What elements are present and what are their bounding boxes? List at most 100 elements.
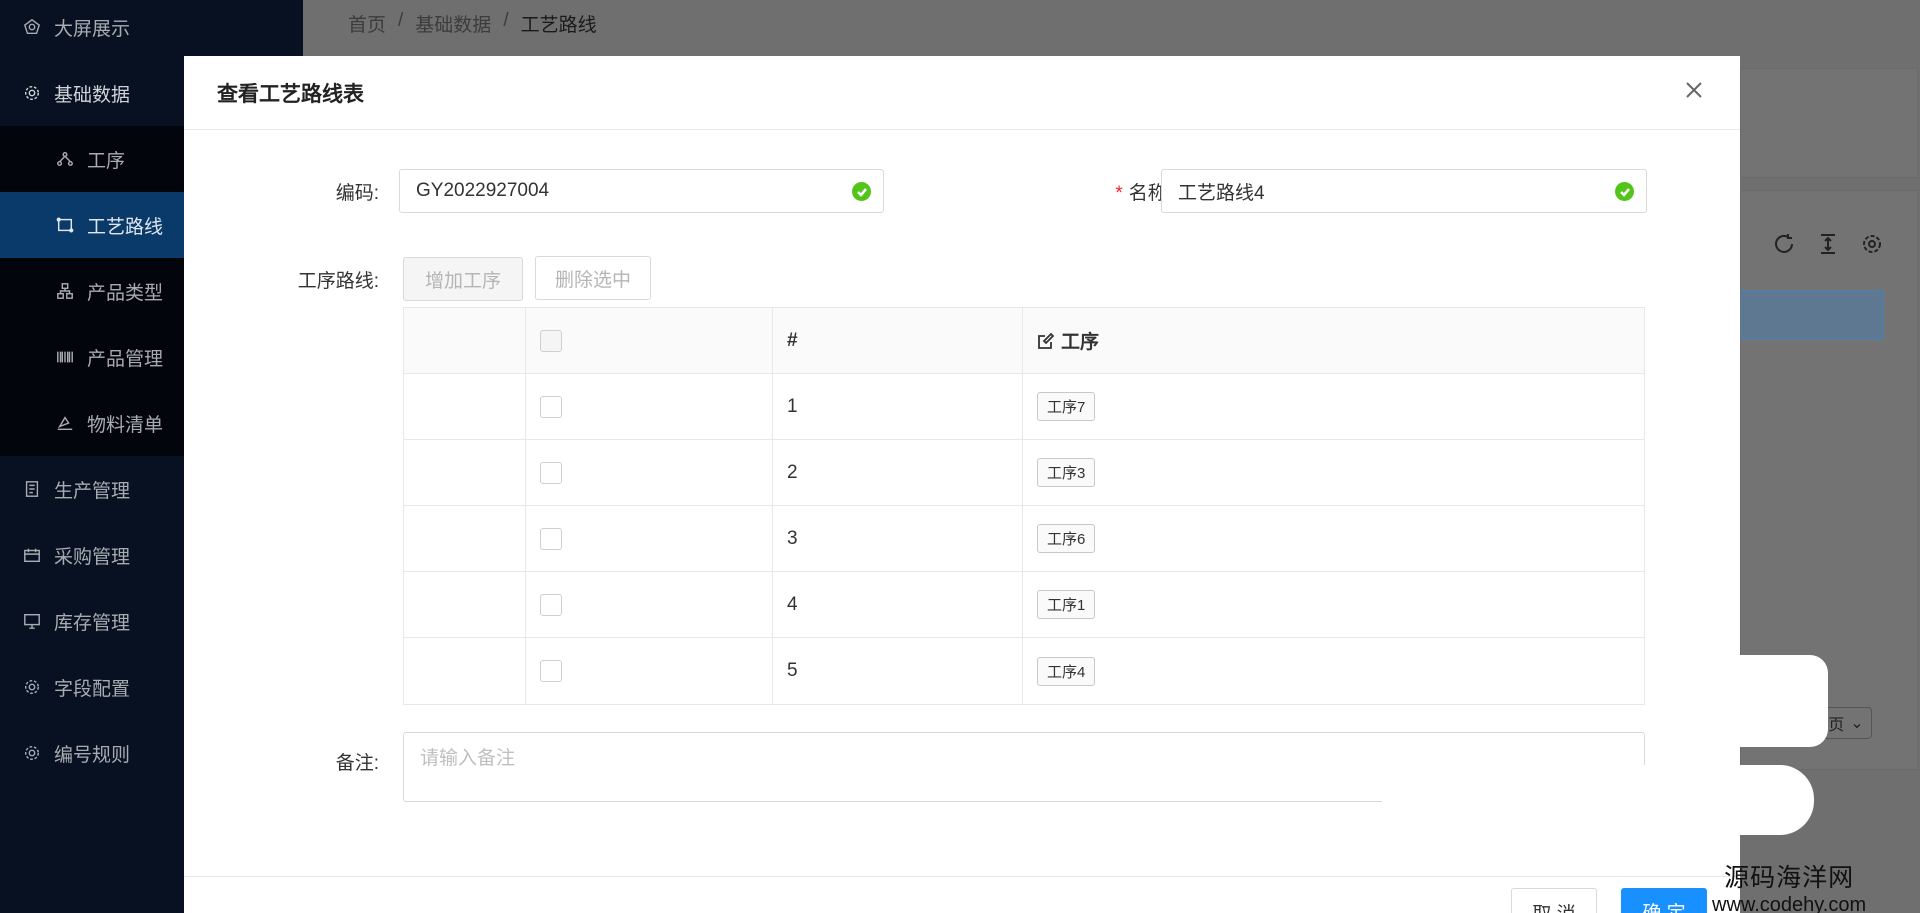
confirm-button[interactable]: 确 定 <box>1621 888 1707 913</box>
process-node-icon <box>55 149 75 169</box>
barcode-icon <box>55 347 75 367</box>
column-height-icon[interactable] <box>1816 232 1842 258</box>
row-process-cell: 工序7 <box>1023 374 1644 439</box>
name-value: 工艺路线4 <box>1178 182 1265 204</box>
breadcrumb-current: 工艺路线 <box>520 15 597 36</box>
code-label: 编码: <box>335 183 379 204</box>
sidebar-item-label: 物料清单 <box>87 414 164 436</box>
row-checkbox[interactable] <box>540 527 562 550</box>
search-card <box>1740 68 1918 178</box>
table-row: 1 工序7 <box>404 374 1644 440</box>
table-header-index: # <box>773 308 1023 373</box>
category-icon <box>55 281 75 301</box>
route-label: 工序路线: <box>297 271 379 292</box>
row-checkbox[interactable] <box>540 395 562 418</box>
sidebar-item-label: 大屏展示 <box>54 18 131 40</box>
name-field[interactable]: 工艺路线4 <box>1161 169 1647 213</box>
row-select-cell <box>526 374 773 439</box>
row-handle <box>404 572 526 637</box>
code-field[interactable]: GY2022927004 <box>399 169 884 213</box>
row-handle <box>404 374 526 439</box>
row-process-cell: 工序3 <box>1023 440 1644 505</box>
row-handle <box>404 506 526 571</box>
row-handle <box>404 440 526 505</box>
purchase-icon <box>22 545 42 565</box>
watermark: 源码海洋网 www.codehy.com <box>1712 858 1866 913</box>
row-index: 4 <box>773 572 1023 637</box>
sidebar-item-label: 生产管理 <box>54 480 131 502</box>
redaction-blob <box>1382 765 1814 835</box>
process-tag[interactable]: 工序4 <box>1037 656 1096 686</box>
route-table: # 工序 1 工序7 2 工序3 3 工序6 4 工序1 5 工序4 <box>403 307 1645 705</box>
table-header-process: 工序 <box>1023 308 1644 373</box>
check-circle-icon <box>852 182 871 201</box>
table-header-select <box>526 308 773 373</box>
gear-icon <box>22 83 42 103</box>
add-process-button[interactable]: 增加工序 <box>403 257 523 301</box>
sidebar-item-dashboard[interactable]: 大屏展示 <box>0 0 303 60</box>
table-row: 4 工序1 <box>404 572 1644 638</box>
refresh-icon[interactable] <box>1772 232 1798 258</box>
table-row: 2 工序3 <box>404 440 1644 506</box>
row-index: 1 <box>773 374 1023 439</box>
close-icon <box>1684 80 1704 105</box>
row-process-cell: 工序1 <box>1023 572 1644 637</box>
row-index: 2 <box>773 440 1023 505</box>
gear-icon <box>22 677 42 697</box>
breadcrumb-separator: / <box>398 10 404 31</box>
sidebar-item-label: 库存管理 <box>54 612 131 634</box>
chevron-down-icon: ⌄ <box>1850 715 1864 732</box>
row-select-cell <box>526 572 773 637</box>
breadcrumb-home[interactable]: 首页 <box>348 10 386 37</box>
watermark-line2: www.codehy.com <box>1712 894 1867 913</box>
row-checkbox[interactable] <box>540 660 562 682</box>
required-mark: * <box>1115 183 1123 204</box>
route-icon <box>55 215 75 235</box>
close-button[interactable] <box>1682 80 1706 104</box>
row-checkbox[interactable] <box>540 461 562 484</box>
sidebar-item-label: 工艺路线 <box>87 216 164 238</box>
breadcrumb: 首页 / 基础数据 / 工艺路线 <box>348 10 597 37</box>
breadcrumb-basic-data[interactable]: 基础数据 <box>415 10 491 37</box>
info-alert <box>1738 290 1884 340</box>
table-header: # 工序 <box>404 308 1644 374</box>
row-select-cell <box>526 440 773 505</box>
dialog-title: 查看工艺路线表 <box>217 82 364 106</box>
row-index: 5 <box>773 638 1023 704</box>
sidebar-item-label: 采购管理 <box>54 546 131 568</box>
process-tag[interactable]: 工序1 <box>1037 590 1096 619</box>
remark-label: 备注: <box>335 753 379 774</box>
process-header-label: 工序 <box>1061 332 1100 353</box>
process-tag[interactable]: 工序3 <box>1037 458 1096 487</box>
sidebar-item-label: 产品管理 <box>87 348 164 370</box>
table-header-blank <box>404 308 526 373</box>
edit-icon <box>1037 332 1055 350</box>
row-process-cell: 工序6 <box>1023 506 1644 571</box>
page-size-label: 页 <box>1828 717 1845 734</box>
table-row: 5 工序4 <box>404 638 1644 704</box>
dialog-footer-divider <box>184 876 1740 877</box>
row-handle <box>404 638 526 704</box>
cancel-button[interactable]: 取 消 <box>1511 888 1597 913</box>
check-circle-icon <box>1615 182 1634 201</box>
table-row: 3 工序6 <box>404 506 1644 572</box>
process-tag[interactable]: 工序7 <box>1037 392 1096 421</box>
monitor-icon <box>22 611 42 631</box>
document-icon <box>22 479 42 499</box>
row-select-cell <box>526 506 773 571</box>
material-icon <box>55 413 75 433</box>
delete-selected-button[interactable]: 删除选中 <box>535 256 651 300</box>
code-value: GY2022927004 <box>416 180 550 201</box>
row-select-cell <box>526 638 773 704</box>
settings-icon[interactable] <box>1860 232 1886 258</box>
watermark-line1: 源码海洋网 <box>1724 864 1855 892</box>
sidebar-item-label: 编号规则 <box>54 744 131 766</box>
select-all-checkbox[interactable] <box>540 329 562 352</box>
process-tag[interactable]: 工序6 <box>1037 524 1096 553</box>
dialog-header: 查看工艺路线表 <box>184 56 1740 130</box>
redaction-blob <box>1660 655 1828 747</box>
sidebar-item-label: 工序 <box>87 150 126 172</box>
row-checkbox[interactable] <box>540 593 562 616</box>
sidebar-item-label: 基础数据 <box>54 84 131 106</box>
sidebar-item-label: 产品类型 <box>87 282 164 304</box>
